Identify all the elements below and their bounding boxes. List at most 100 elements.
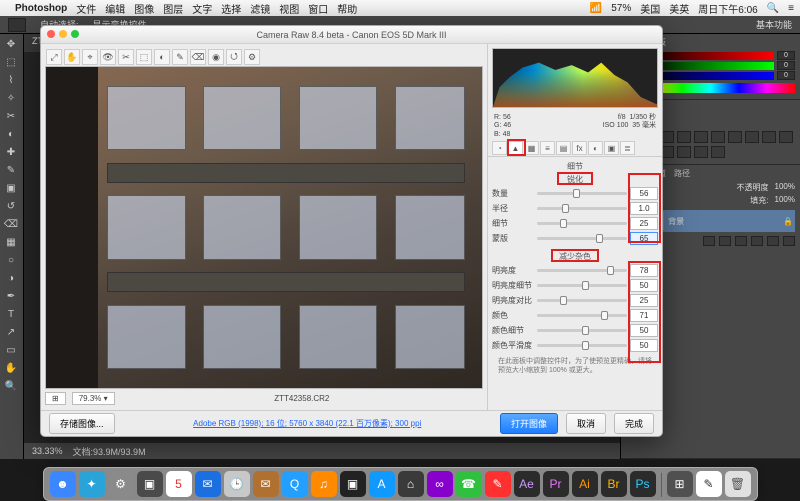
menu-filter[interactable]: 滤镜 (250, 1, 270, 16)
adj-selective-icon[interactable] (694, 146, 708, 158)
brush-tool[interactable]: ✎ (0, 162, 22, 179)
craw-tool-2[interactable]: ⌖ (82, 49, 98, 65)
adj-lookup-icon[interactable] (779, 131, 793, 143)
dialog-titlebar[interactable]: Camera Raw 8.4 beta - Canon EOS 5D Mark … (41, 26, 662, 44)
dock-app-11[interactable]: A (369, 471, 395, 497)
sharpen-slider-1[interactable] (537, 207, 627, 210)
done-button[interactable]: 完成 (614, 413, 654, 434)
dock-app-20[interactable]: Ps (630, 471, 656, 497)
notification-icon[interactable]: ≡ (788, 3, 794, 14)
noise-value-3[interactable]: 71 (630, 309, 658, 322)
gradient-tool[interactable]: ▦ (0, 234, 22, 251)
ps-doc-info[interactable]: 文档:93.9M/93.9M (73, 445, 146, 458)
dock-app-2[interactable]: ⚙ (108, 471, 134, 497)
dock-app-1[interactable]: ✦ (79, 471, 105, 497)
dock-app-3[interactable]: ▣ (137, 471, 163, 497)
sharpen-slider-3[interactable] (537, 237, 627, 240)
tool-preset-icon[interactable] (8, 18, 26, 32)
app-name[interactable]: Photoshop (15, 3, 67, 14)
craw-tool-7[interactable]: ✎ (172, 49, 188, 65)
craw-tab-0[interactable]: ◔ (492, 141, 507, 155)
dock-app-22[interactable]: ✎ (696, 471, 722, 497)
lasso-tool[interactable]: ⌇ (0, 72, 22, 89)
menu-file[interactable]: 文件 (76, 1, 96, 16)
dock-app-13[interactable]: ∞ (427, 471, 453, 497)
adj-vibrance-icon[interactable] (694, 131, 708, 143)
sharpen-value-3[interactable]: 65 (630, 232, 658, 245)
menu-edit[interactable]: 编辑 (105, 1, 125, 16)
lock-icon[interactable]: 🔒 (783, 217, 793, 226)
dock-app-10[interactable]: ▣ (340, 471, 366, 497)
menu-image[interactable]: 图像 (134, 1, 154, 16)
adj-more-icon[interactable] (711, 146, 725, 158)
marquee-tool[interactable]: ⬚ (0, 54, 22, 71)
new-layer-icon[interactable] (767, 236, 779, 246)
opacity-value[interactable]: 100% (775, 182, 795, 193)
dock-app-9[interactable]: ♫ (311, 471, 337, 497)
value-g[interactable]: 0 (777, 61, 795, 70)
battery-status[interactable]: 57% (611, 3, 631, 14)
type-tool[interactable]: T (0, 306, 22, 323)
craw-tab-1[interactable]: ▲ (508, 141, 523, 155)
image-preview[interactable] (45, 66, 483, 389)
adj-channel-mixer-icon[interactable] (762, 131, 776, 143)
dock-app-14[interactable]: ☎ (456, 471, 482, 497)
dock-app-21[interactable]: ⊞ (667, 471, 693, 497)
eraser-tool[interactable]: ⌫ (0, 216, 22, 233)
save-image-button[interactable]: 存储图像... (49, 413, 115, 434)
dock-app-4[interactable]: 5 (166, 471, 192, 497)
wifi-icon[interactable]: 📶 (590, 3, 602, 14)
noise-slider-4[interactable] (537, 329, 627, 332)
dock-app-5[interactable]: ✉ (195, 471, 221, 497)
noise-value-4[interactable]: 50 (630, 324, 658, 337)
menu-window[interactable]: 窗口 (308, 1, 328, 16)
noise-value-1[interactable]: 50 (630, 279, 658, 292)
noise-value-5[interactable]: 50 (630, 339, 658, 352)
dock-app-19[interactable]: Br (601, 471, 627, 497)
ps-zoom-level[interactable]: 33.33% (32, 446, 63, 456)
clock[interactable]: 周日下午6:06 (698, 1, 757, 16)
sharpen-value-0[interactable]: 56 (630, 187, 658, 200)
dock-app-16[interactable]: Ae (514, 471, 540, 497)
craw-tab-6[interactable]: ◐ (588, 141, 603, 155)
craw-tool-1[interactable]: ✋ (64, 49, 80, 65)
craw-tool-4[interactable]: ✂ (118, 49, 134, 65)
dock-app-17[interactable]: Pr (543, 471, 569, 497)
dock-app-6[interactable]: 🕒 (224, 471, 250, 497)
workspace-switcher[interactable]: 基本功能 (756, 18, 792, 31)
sharpen-slider-0[interactable] (537, 192, 627, 195)
blur-tool[interactable]: ○ (0, 252, 22, 269)
move-tool[interactable]: ✥ (0, 36, 22, 53)
menu-help[interactable]: 帮助 (337, 1, 357, 16)
layer-name[interactable]: 背景 (668, 216, 684, 227)
adj-gradient-map-icon[interactable] (677, 146, 691, 158)
craw-tool-5[interactable]: ⬚ (136, 49, 152, 65)
heal-tool[interactable]: ✚ (0, 144, 22, 161)
menu-type[interactable]: 文字 (192, 1, 212, 16)
adj-bw-icon[interactable] (728, 131, 742, 143)
noise-value-2[interactable]: 25 (630, 294, 658, 307)
pen-tool[interactable]: ✒ (0, 288, 22, 305)
menu-select[interactable]: 选择 (221, 1, 241, 16)
craw-tab-8[interactable]: ≣ (620, 141, 635, 155)
dock-app-0[interactable]: ☻ (50, 471, 76, 497)
sharpen-value-2[interactable]: 25 (630, 217, 658, 230)
craw-tool-6[interactable]: ◐ (154, 49, 170, 65)
fill-value[interactable]: 100% (775, 195, 795, 206)
minimize-icon[interactable] (59, 30, 67, 38)
shape-tool[interactable]: ▭ (0, 342, 22, 359)
craw-tab-4[interactable]: ▤ (556, 141, 571, 155)
adj-exposure-icon[interactable] (677, 131, 691, 143)
flag-indicator[interactable]: 美国 (640, 1, 660, 16)
mask-icon[interactable] (719, 236, 731, 246)
tab-paths[interactable]: 路径 (674, 168, 690, 179)
adj-photo-filter-icon[interactable] (745, 131, 759, 143)
histogram[interactable] (492, 48, 658, 108)
value-b[interactable]: 0 (777, 71, 795, 80)
wand-tool[interactable]: ✧ (0, 90, 22, 107)
craw-tool-9[interactable]: ◉ (208, 49, 224, 65)
locale-indicator[interactable]: 美英 (669, 1, 689, 16)
history-brush-tool[interactable]: ↺ (0, 198, 22, 215)
noise-slider-0[interactable] (537, 269, 627, 272)
hand-tool[interactable]: ✋ (0, 360, 22, 377)
